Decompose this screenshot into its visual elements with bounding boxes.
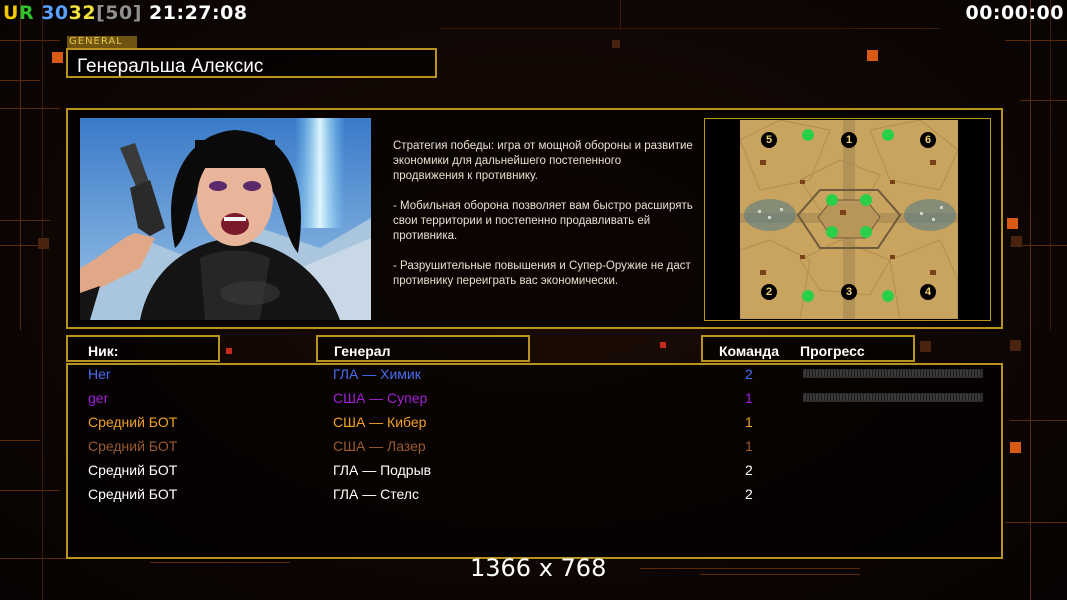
column-header-team-progress: Команда Прогресс [701,335,915,362]
column-header-general: Генерал [316,335,530,362]
description-paragraph: - Мобильная оборона позволяет вам быстро… [393,200,693,242]
player-team: 2 [745,366,753,382]
column-header-team-label: Команда [719,343,779,359]
player-general: США — Супер [333,390,428,406]
player-progress-bar [803,369,983,378]
player-nick: Средний БОТ [88,462,178,478]
description-paragraph: Стратегия победы: игра от мощной обороны… [393,140,693,182]
player-nick: ger [88,390,109,406]
player-progress-bar [803,393,983,402]
column-header-nick: Ник: [66,335,220,362]
map-start-position-2: 2 [761,284,777,300]
map-start-position-1: 1 [841,132,857,148]
map-start-position-4: 4 [920,284,936,300]
hud-ur: UR [3,2,35,24]
player-nick: Средний БОТ [88,438,178,454]
map-start-position-6: 6 [920,132,936,148]
player-nick: Her [88,366,111,382]
hud-timer: 00:00:00 [965,2,1064,24]
resolution-label: 1366 x 768 [470,554,607,582]
player-general: США — Кибер [333,414,427,430]
general-portrait [80,118,371,320]
general-tag: GENERAL [67,36,137,48]
hud-fps-cap: [50] [96,2,142,24]
map-start-position-3: 3 [841,284,857,300]
column-header-progress-label: Прогресс [800,343,865,359]
general-description: Стратегия победы: игра от мощной обороны… [393,139,693,304]
player-team: 1 [745,438,753,454]
description-paragraph: - Разрушительные повышения и Супер-Оружи… [393,260,691,287]
player-nick: Средний БОТ [88,414,178,430]
player-team: 1 [745,414,753,430]
map-preview: 5 1 6 2 3 4 [740,120,958,319]
hud-fps-1: 30 [41,2,69,24]
player-nick: Средний БОТ [88,486,178,502]
map-preview-frame: 5 1 6 2 3 4 [704,118,991,321]
general-name-box: Генеральша Алексис [66,48,437,78]
player-general: ГЛА — Химик [333,366,421,382]
hud-stats: UR 3032[50] 21:27:08 [3,2,248,24]
player-team: 2 [745,486,753,502]
general-name: Генеральша Алексис [77,56,264,77]
column-header-nick-label: Ник: [88,343,119,359]
map-start-position-5: 5 [761,132,777,148]
player-team: 2 [745,462,753,478]
player-general: ГЛА — Подрыв [333,462,432,478]
hud-fps-2: 32 [68,2,97,24]
player-team: 1 [745,390,753,406]
player-general: США — Лазер [333,438,426,454]
hud-clock: 21:27:08 [149,2,248,24]
column-header-general-label: Генерал [334,343,391,359]
player-general: ГЛА — Стелс [333,486,419,502]
